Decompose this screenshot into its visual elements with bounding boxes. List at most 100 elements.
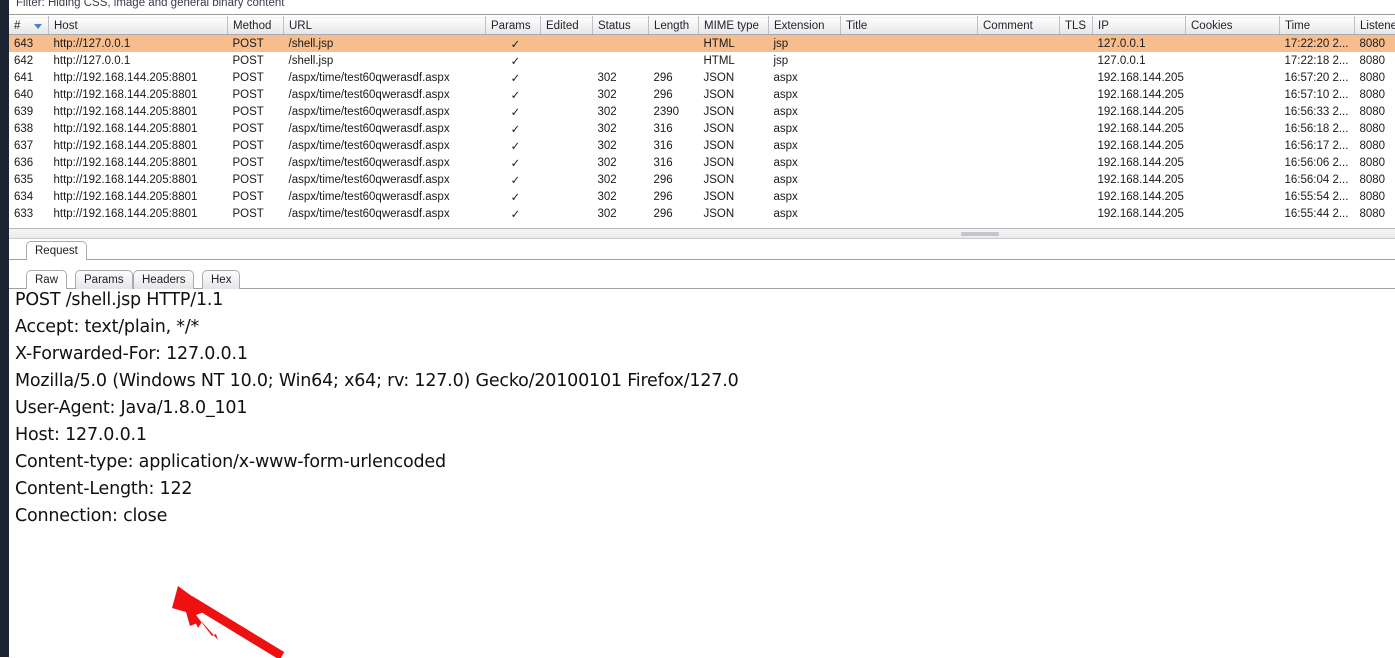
- cell-extension: jsp: [769, 35, 841, 53]
- cell-listener-port: 8080: [1355, 86, 1395, 103]
- cell-host: http://192.168.144.205:8801: [49, 120, 228, 137]
- left-edge-gutter: [0, 0, 9, 657]
- tab-raw[interactable]: Raw: [26, 270, 67, 289]
- splitter-grip-icon[interactable]: [961, 232, 999, 236]
- cell-method: POST: [228, 69, 284, 86]
- cell-host: http://192.168.144.205:8801: [49, 103, 228, 120]
- panel-splitter[interactable]: [9, 228, 1395, 239]
- cell-params: ✓: [486, 69, 541, 86]
- message-tab-strip: Request: [9, 240, 1395, 260]
- table-row[interactable]: 638http://192.168.144.205:8801POST/aspx/…: [9, 120, 1395, 137]
- cell-mime: JSON: [699, 86, 769, 103]
- table-row[interactable]: 639http://192.168.144.205:8801POST/aspx/…: [9, 103, 1395, 120]
- table-row[interactable]: 641http://192.168.144.205:8801POST/aspx/…: [9, 69, 1395, 86]
- column-header-title[interactable]: Title: [841, 17, 978, 35]
- cell-edited: [541, 205, 593, 222]
- cell-method: POST: [228, 188, 284, 205]
- cell-comment: [978, 120, 1060, 137]
- table-row[interactable]: 636http://192.168.144.205:8801POST/aspx/…: [9, 154, 1395, 171]
- cell-time: 16:55:54 2...: [1280, 188, 1355, 205]
- column-header-method[interactable]: Method: [228, 17, 284, 35]
- column-header-length[interactable]: Length: [649, 17, 699, 35]
- cell-tls: [1060, 154, 1093, 171]
- sort-descending-icon: [34, 24, 42, 29]
- cell-params: ✓: [486, 137, 541, 154]
- column-header-mime-type[interactable]: MIME type: [699, 17, 769, 35]
- cell-cookies: [1186, 52, 1280, 69]
- column-header-num[interactable]: #: [9, 17, 49, 35]
- cell-method: POST: [228, 35, 284, 53]
- cell-url: /aspx/time/test60qwerasdf.aspx: [284, 137, 486, 154]
- column-header-params[interactable]: Params: [486, 17, 541, 35]
- table-row[interactable]: 634http://192.168.144.205:8801POST/aspx/…: [9, 188, 1395, 205]
- cell-cookies: [1186, 205, 1280, 222]
- tab-params[interactable]: Params: [75, 270, 133, 289]
- cell-num: 643: [9, 35, 49, 53]
- column-header-url[interactable]: URL: [284, 17, 486, 35]
- table-row[interactable]: 635http://192.168.144.205:8801POST/aspx/…: [9, 171, 1395, 188]
- cell-length: 316: [649, 137, 699, 154]
- cell-edited: [541, 86, 593, 103]
- cell-cookies: [1186, 86, 1280, 103]
- table-row[interactable]: 637http://192.168.144.205:8801POST/aspx/…: [9, 137, 1395, 154]
- request-header-line: Content-Length: 122: [15, 479, 192, 499]
- cell-title: [841, 35, 978, 53]
- table-row[interactable]: 642http://127.0.0.1POST/shell.jsp✓HTMLjs…: [9, 52, 1395, 69]
- filter-bar[interactable]: Filter: Hiding CSS, image and general bi…: [9, 0, 1395, 15]
- cell-status: [593, 35, 649, 53]
- request-header-line: X-Forwarded-For: 127.0.0.1: [15, 344, 248, 364]
- cell-title: [841, 103, 978, 120]
- tab-request[interactable]: Request: [26, 241, 87, 260]
- cell-title: [841, 171, 978, 188]
- request-header-line: POST /shell.jsp HTTP/1.1: [15, 290, 223, 310]
- column-header-extension[interactable]: Extension: [769, 17, 841, 35]
- column-header-tls[interactable]: TLS: [1060, 17, 1093, 35]
- table-row[interactable]: 643http://127.0.0.1POST/shell.jsp✓HTMLjs…: [9, 35, 1395, 53]
- column-header-comment[interactable]: Comment: [978, 17, 1060, 35]
- cell-params: ✓: [486, 205, 541, 222]
- cell-title: [841, 86, 978, 103]
- column-header-ip[interactable]: IP: [1093, 17, 1186, 35]
- cell-mime: HTML: [699, 35, 769, 53]
- column-header-edited[interactable]: Edited: [541, 17, 593, 35]
- cell-listener-port: 8080: [1355, 103, 1395, 120]
- column-header-listener-port[interactable]: Listener port: [1355, 17, 1395, 35]
- cell-time: 16:56:04 2...: [1280, 171, 1355, 188]
- cell-ip: 192.168.144.205: [1093, 103, 1186, 120]
- cell-cookies: [1186, 188, 1280, 205]
- cell-comment: [978, 137, 1060, 154]
- cell-time: 16:56:17 2...: [1280, 137, 1355, 154]
- cell-method: POST: [228, 86, 284, 103]
- cell-status: 302: [593, 120, 649, 137]
- cell-mime: JSON: [699, 154, 769, 171]
- table-row[interactable]: 633http://192.168.144.205:8801POST/aspx/…: [9, 205, 1395, 222]
- cell-cookies: [1186, 69, 1280, 86]
- cell-url: /aspx/time/test60qwerasdf.aspx: [284, 103, 486, 120]
- cell-edited: [541, 137, 593, 154]
- cell-tls: [1060, 171, 1093, 188]
- cell-cookies: [1186, 120, 1280, 137]
- column-header-time[interactable]: Time: [1280, 17, 1355, 35]
- cell-length: 296: [649, 69, 699, 86]
- cell-length: 316: [649, 120, 699, 137]
- cell-num: 638: [9, 120, 49, 137]
- column-header-cookies[interactable]: Cookies: [1186, 17, 1280, 35]
- cell-extension: jsp: [769, 52, 841, 69]
- cell-num: 641: [9, 69, 49, 86]
- request-raw-viewer[interactable]: POST /shell.jsp HTTP/1.1Accept: text/pla…: [9, 290, 1395, 657]
- column-header-status[interactable]: Status: [593, 17, 649, 35]
- tab-hex[interactable]: Hex: [202, 270, 240, 289]
- cell-comment: [978, 154, 1060, 171]
- cell-length: [649, 52, 699, 69]
- cell-tls: [1060, 86, 1093, 103]
- tab-headers[interactable]: Headers: [133, 270, 194, 289]
- cell-method: POST: [228, 205, 284, 222]
- column-header-host[interactable]: Host: [49, 17, 228, 35]
- cell-edited: [541, 171, 593, 188]
- table-row[interactable]: 640http://192.168.144.205:8801POST/aspx/…: [9, 86, 1395, 103]
- cell-time: 16:56:06 2...: [1280, 154, 1355, 171]
- cell-time: 16:57:20 2...: [1280, 69, 1355, 86]
- cell-tls: [1060, 137, 1093, 154]
- cell-extension: aspx: [769, 188, 841, 205]
- cell-time: 17:22:20 2...: [1280, 35, 1355, 53]
